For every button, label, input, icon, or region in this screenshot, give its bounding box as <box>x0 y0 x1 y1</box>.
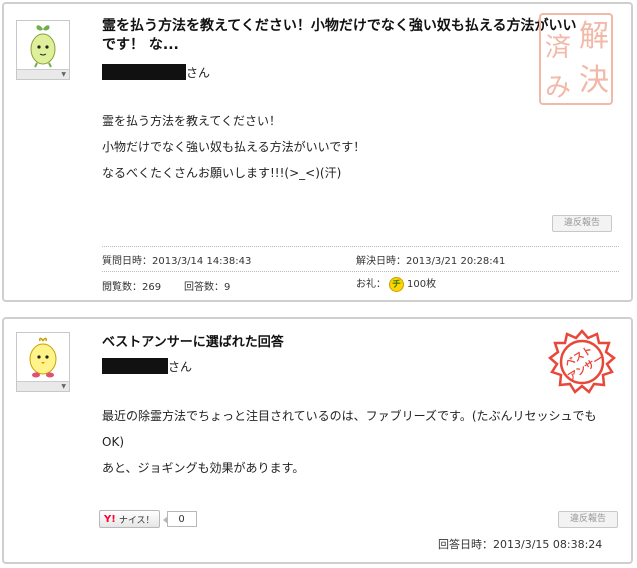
question-body-line: 小物だけでなく強い奴も払える方法がいいです！ <box>102 140 366 154</box>
question-body: 霊を払う方法を教えてください！ 小物だけでなく強い奴も払える方法がいいです！ な… <box>102 108 365 186</box>
nice-button-label: ナイス！ <box>118 515 155 526</box>
answerer-name-redacted <box>102 358 168 374</box>
question-posted-date: 質問日時：2013/3/14 14:38:43 <box>102 256 252 267</box>
questioner-name-redacted <box>102 64 186 80</box>
reward: お礼：チ 100枚 <box>356 275 436 292</box>
answerer-avatar[interactable]: ▼ <box>16 332 70 392</box>
chevron-down-icon: ▼ <box>61 71 66 78</box>
solved-stamp-char-3: 済 <box>545 33 571 63</box>
best-answer-stamp: ベスト アンサー <box>548 329 616 397</box>
solved-stamp-char-2: 決 <box>579 63 609 98</box>
nice-count: 0 <box>162 511 197 527</box>
best-answer-card: ▼ ベストアンサーに選ばれた回答 さん ベスト アンサー 最近の除霊方法でちょっ… <box>2 317 633 564</box>
question-body-line: 霊を払う方法を教えてください！ <box>102 114 282 128</box>
question-card: ▼ 霊を払う方法を教えてください！小物だけでなく強い奴も払える方法がいいです！ … <box>2 2 633 302</box>
best-answer-body-line: OK) <box>102 435 124 449</box>
chevron-down-icon: ▼ <box>61 383 66 390</box>
chick-character-icon <box>29 337 57 378</box>
solved-stamp-char-1: 解 <box>579 19 609 54</box>
answer-date: 回答日時：2013/3/15 08:38:24 <box>438 538 603 551</box>
chiebukuro-coin-icon: チ <box>389 276 404 292</box>
reward-label: お礼： <box>356 279 386 290</box>
best-answer-body-line: 最近の除霊方法でちょっと注目されているのは、ファブリーズです。(たぶんリセッシュ… <box>102 409 597 423</box>
avatar-menu-dropdown[interactable]: ▼ <box>17 381 69 391</box>
divider <box>102 246 619 247</box>
report-violation-button[interactable]: 違反報告 <box>558 511 618 528</box>
view-count: 閲覧数：269 <box>102 282 162 293</box>
answer-count: 回答数：9 <box>184 282 231 293</box>
best-answer-heading: ベストアンサーに選ばれた回答 <box>102 335 284 350</box>
question-title[interactable]: 霊を払う方法を教えてください！小物だけでなく強い奴も払える方法がいいです！ な.… <box>102 17 582 55</box>
question-body-line: なるべくたくさんお願いします!!!(>_<)(汗) <box>102 166 342 180</box>
avatar-menu-dropdown[interactable]: ▼ <box>17 69 69 79</box>
best-answer-body: 最近の除霊方法でちょっと注目されているのは、ファブリーズです。(たぶんリセッシュ… <box>102 403 597 481</box>
reward-value: 100枚 <box>407 279 437 290</box>
solved-stamp-char-4: み <box>545 73 571 103</box>
divider <box>102 271 619 272</box>
nice-button[interactable]: Y! ナイス！ <box>99 510 160 528</box>
sprout-character-icon <box>30 25 56 68</box>
answerer-honorific: さん <box>168 360 193 374</box>
solved-stamp: 解 決 済 み <box>534 10 616 108</box>
questioner-avatar[interactable]: ▼ <box>16 20 70 80</box>
best-answer-body-line: あと、ジョギングも効果があります。 <box>102 461 305 475</box>
nice-widget: Y! ナイス！ 0 <box>99 510 197 528</box>
yahoo-logo-icon: Y! <box>104 513 116 525</box>
question-resolved-date: 解決日時：2013/3/21 20:28:41 <box>356 256 506 267</box>
questioner-honorific: さん <box>186 66 211 80</box>
report-violation-button[interactable]: 違反報告 <box>552 215 612 232</box>
